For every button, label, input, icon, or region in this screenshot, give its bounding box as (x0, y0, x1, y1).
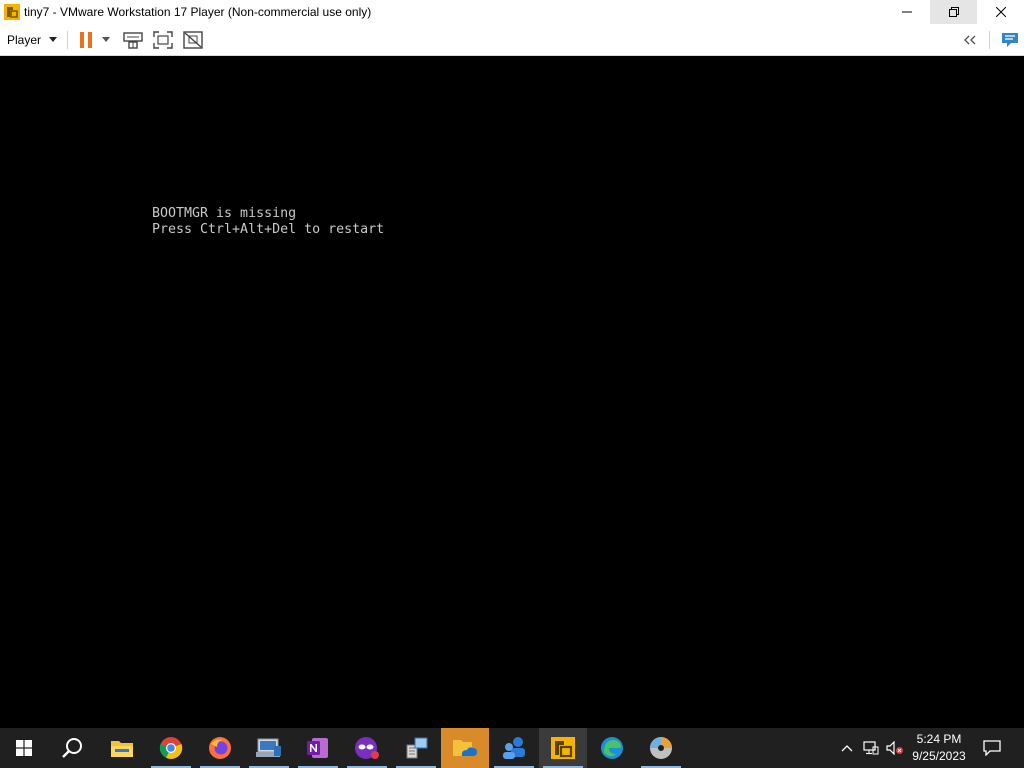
taskbar-firefox[interactable] (196, 728, 244, 768)
action-center-icon (983, 740, 1001, 756)
taskbar-vmware-player[interactable] (539, 728, 587, 768)
edge-icon (601, 737, 623, 759)
send-ctrl-alt-del-icon (123, 31, 143, 49)
search-button[interactable] (48, 728, 96, 768)
player-menu-label: Player (7, 32, 42, 47)
privacy-mask-icon (355, 737, 379, 759)
boot-error-line: BOOTMGR is missing (152, 206, 297, 221)
power-options-dropdown[interactable] (98, 29, 114, 51)
system-clock[interactable]: 5:24 PM 9/25/2023 (906, 728, 972, 768)
collapse-toolbar-button[interactable] (957, 29, 983, 51)
window-controls (883, 0, 1024, 24)
restore-icon (948, 7, 959, 17)
chrome-icon (159, 737, 183, 759)
show-hidden-icons-button[interactable] (836, 728, 858, 768)
pause-button[interactable] (74, 29, 98, 51)
remote-desktop-icon (256, 738, 281, 757)
restart-instruction-line: Press Ctrl+Alt+Del to restart (152, 222, 385, 237)
minimize-icon (901, 11, 912, 13)
vm-message-log-icon (1002, 32, 1018, 47)
onedrive-folder-icon (453, 740, 477, 756)
people-icon (503, 737, 525, 759)
taskbar-media-disc[interactable] (637, 728, 685, 768)
network-tray-button[interactable] (860, 728, 882, 768)
full-screen-icon (153, 30, 173, 49)
toolbar-divider-right (989, 30, 990, 49)
unity-button[interactable] (178, 29, 208, 51)
windows-taskbar: 5:24 PM 9/25/2023 (0, 728, 1024, 768)
close-icon (995, 7, 1006, 17)
volume-tray-button[interactable] (884, 728, 906, 768)
taskbar-onenote[interactable] (294, 728, 342, 768)
taskbar-network-tool[interactable] (392, 728, 440, 768)
restore-button[interactable] (930, 0, 977, 24)
toolbar-divider (67, 30, 69, 49)
onenote-icon (307, 738, 328, 758)
boot-error-message: BOOTMGR is missing Press Ctrl+Alt+Del to … (152, 206, 384, 238)
volume-muted-icon (886, 741, 903, 755)
media-disc-icon (650, 737, 672, 759)
clock-date: 9/25/2023 (912, 749, 966, 763)
chevron-down-icon (49, 37, 58, 42)
vmware-player-icon (551, 737, 575, 759)
player-menu-button[interactable]: Player (7, 28, 58, 52)
vm-display[interactable]: BOOTMGR is missing Press Ctrl+Alt+Del to … (0, 56, 1024, 728)
send-ctrl-alt-del-button[interactable] (118, 29, 148, 51)
taskbar-onedrive-folder[interactable] (441, 728, 489, 768)
clock-time: 5:24 PM (916, 732, 962, 746)
unity-icon (183, 30, 203, 49)
player-toolbar: Player (0, 24, 1024, 56)
windows-start-icon (16, 740, 32, 756)
search-icon (62, 738, 82, 758)
full-screen-button[interactable] (148, 29, 178, 51)
taskbar-privacy-mask[interactable] (343, 728, 391, 768)
action-center-button[interactable] (978, 728, 1006, 768)
toolbar-right-group (957, 24, 1024, 55)
title-bar: tiny7 - VMware Workstation 17 Player (No… (0, 0, 1024, 24)
network-tool-icon (406, 737, 428, 759)
taskbar-people[interactable] (490, 728, 538, 768)
dropdown-caret-icon (102, 37, 111, 42)
window-title: tiny7 - VMware Workstation 17 Player (No… (24, 5, 372, 19)
network-icon (863, 741, 879, 755)
minimize-button[interactable] (883, 0, 930, 24)
taskbar-remote-desktop[interactable] (245, 728, 293, 768)
show-hidden-icons-icon (841, 745, 853, 752)
taskbar-file-explorer[interactable] (98, 728, 146, 768)
start-button[interactable] (0, 728, 48, 768)
close-button[interactable] (977, 0, 1024, 24)
taskbar-edge[interactable] (588, 728, 636, 768)
collapse-toolbar-icon (964, 35, 976, 44)
vmware-player-icon (4, 4, 20, 20)
vm-message-log-button[interactable] (996, 29, 1024, 51)
file-explorer-icon (111, 741, 133, 757)
pause-icon (80, 31, 93, 48)
firefox-icon (209, 737, 231, 759)
taskbar-chrome[interactable] (147, 728, 195, 768)
